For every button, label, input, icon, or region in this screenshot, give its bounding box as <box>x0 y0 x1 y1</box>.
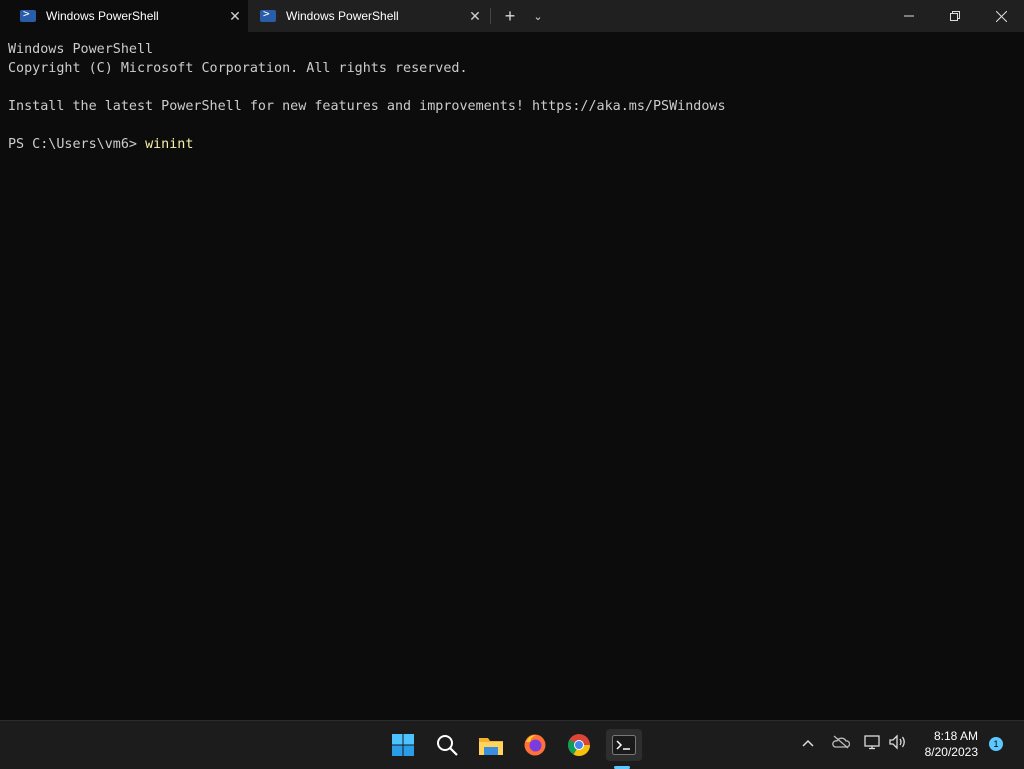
minimize-button[interactable] <box>886 0 932 32</box>
tab-dropdown-button[interactable]: ⌄ <box>526 0 550 32</box>
taskbar: 8:18 AM 8/20/2023 <box>0 720 1024 769</box>
terminal-line: Install the latest PowerShell for new fe… <box>8 99 726 114</box>
chrome-icon[interactable] <box>563 729 595 761</box>
new-tab-button[interactable]: + <box>496 0 524 32</box>
terminal-line: Copyright (C) Microsoft Corporation. All… <box>8 61 468 76</box>
terminal-output[interactable]: Windows PowerShell Copyright (C) Microso… <box>8 40 726 154</box>
show-hidden-icons-icon[interactable] <box>802 735 814 751</box>
tab-powershell-2[interactable]: Windows PowerShell ✕ <box>248 0 488 32</box>
tab-label: Windows PowerShell <box>286 9 399 23</box>
close-tab-icon[interactable]: ✕ <box>222 8 248 25</box>
clock-time: 8:18 AM <box>933 729 978 743</box>
onedrive-offline-icon[interactable] <box>832 735 851 752</box>
powershell-icon <box>20 7 36 22</box>
terminal-app-icon[interactable] <box>606 729 642 761</box>
terminal-line: Windows PowerShell <box>8 42 154 57</box>
tab-label: Windows PowerShell <box>46 9 159 23</box>
divider <box>490 8 491 24</box>
clock-date: 8/20/2023 <box>924 745 978 759</box>
volume-icon[interactable] <box>888 734 908 753</box>
system-clock[interactable]: 8:18 AM 8/20/2023 <box>912 728 978 760</box>
firefox-icon[interactable] <box>519 729 551 761</box>
title-bar: Windows PowerShell ✕ Windows PowerShell … <box>0 0 1024 32</box>
restore-button[interactable] <box>932 0 978 32</box>
file-explorer-icon[interactable] <box>475 729 507 761</box>
start-icon[interactable] <box>387 729 419 761</box>
tab-powershell-1[interactable]: Windows PowerShell ✕ <box>0 0 248 32</box>
notification-badge[interactable]: 1 <box>989 737 1003 751</box>
search-icon[interactable] <box>431 729 463 761</box>
network-icon[interactable] <box>864 734 882 753</box>
close-tab-icon[interactable]: ✕ <box>462 8 488 25</box>
close-window-button[interactable] <box>978 0 1024 32</box>
prompt: PS C:\Users\vm6> <box>8 137 146 152</box>
powershell-icon <box>260 7 276 22</box>
command-input[interactable]: winint <box>145 137 193 152</box>
